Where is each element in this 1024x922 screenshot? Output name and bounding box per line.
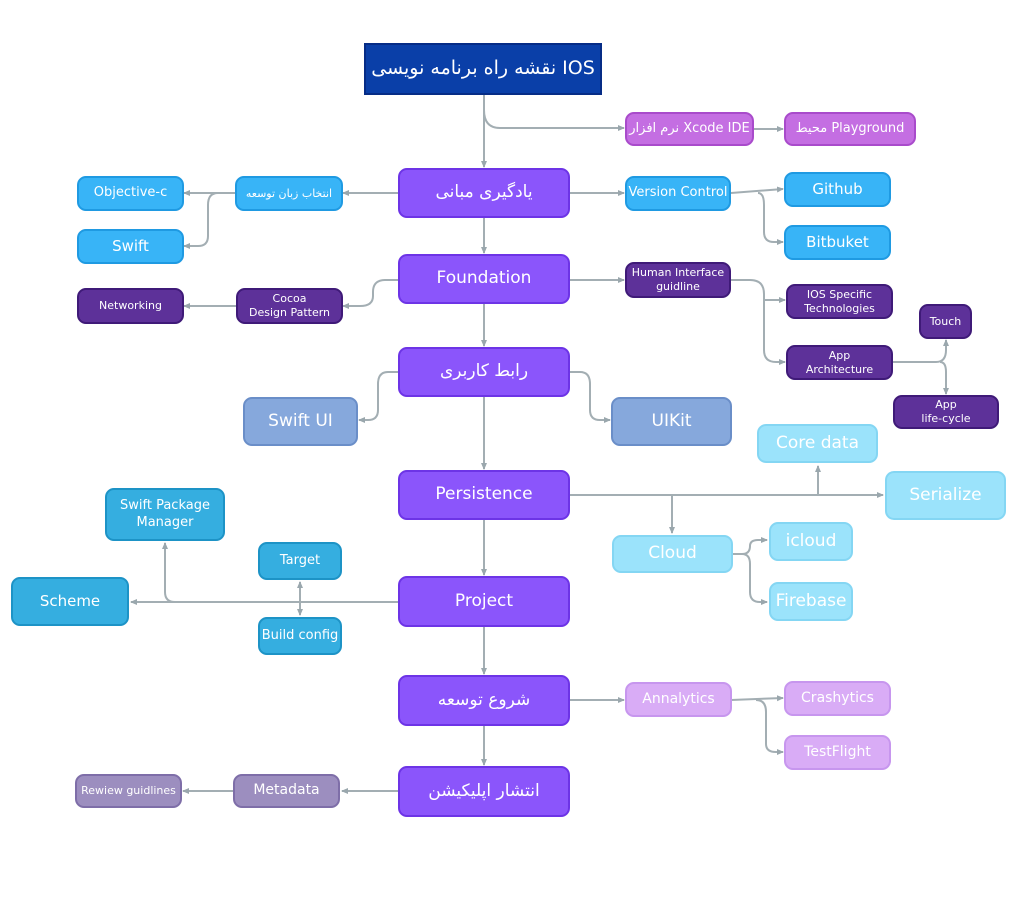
- connector-cloud-firebase: [741, 553, 768, 605]
- node-networking[interactable]: Networking: [77, 288, 184, 324]
- node-touch[interactable]: Touch: [919, 304, 972, 339]
- connector-ui-uikit: [570, 371, 611, 423]
- connector-ui-swiftui: [358, 371, 398, 423]
- node-core-data[interactable]: Core data: [757, 424, 878, 463]
- node-version-control[interactable]: Version Control: [625, 176, 731, 211]
- node-scheme[interactable]: Scheme: [11, 577, 129, 626]
- connector-cloud-icloud: [733, 537, 768, 555]
- node-swift-ui[interactable]: Swift UI: [243, 397, 358, 446]
- node-start-development[interactable]: شروع توسعه: [398, 675, 570, 726]
- node-playground[interactable]: محیط Playground: [784, 112, 916, 146]
- node-metadata[interactable]: Metadata: [233, 774, 340, 808]
- node-ios-specific-technologies[interactable]: IOS Specific Technologies: [786, 284, 893, 319]
- node-app-life-cycle[interactable]: App life-cycle: [893, 395, 999, 429]
- connector-lang-swift: [183, 192, 219, 249]
- node-bitbucket[interactable]: Bitbuket: [784, 225, 891, 260]
- node-swift-package-manager[interactable]: Swift Package Manager: [105, 488, 225, 541]
- node-crashytics[interactable]: Crashytics: [784, 681, 891, 716]
- connector-foundation-cocoa: [342, 279, 398, 309]
- connector-analytics-crashytics: [730, 695, 784, 702]
- node-serialize[interactable]: Serialize: [885, 471, 1006, 520]
- connector-analytics-testflight: [755, 699, 784, 755]
- node-firebase[interactable]: Firebase: [769, 582, 853, 621]
- node-analytics[interactable]: Annalytics: [625, 682, 732, 717]
- roadmap-title: نقشه راه برنامه نویسی IOS: [364, 43, 602, 95]
- node-persistence[interactable]: Persistence: [398, 470, 570, 520]
- node-build-config[interactable]: Build config: [258, 617, 342, 655]
- connector-project-spm: [162, 542, 176, 603]
- connector-vc-github: [730, 186, 784, 194]
- node-github[interactable]: Github: [784, 172, 891, 207]
- node-choose-language[interactable]: انتخاب زبان توسعه: [235, 176, 343, 211]
- connector-vc-bitbucket: [757, 192, 784, 245]
- node-publish-app[interactable]: انتشار اپلیکیشن: [398, 766, 570, 817]
- node-human-interface-guideline[interactable]: Human Interface guidline: [625, 262, 731, 298]
- node-testflight[interactable]: TestFlight: [784, 735, 891, 770]
- node-swift[interactable]: Swift: [77, 229, 184, 264]
- node-objective-c[interactable]: Objective-c: [77, 176, 184, 211]
- node-user-interface[interactable]: رابط کاربری: [398, 347, 570, 397]
- node-uikit[interactable]: UIKit: [611, 397, 732, 446]
- connector-title-xcode: [483, 109, 625, 131]
- node-basics[interactable]: یادگیری مبانی: [398, 168, 570, 218]
- node-xcode-ide[interactable]: نرم افزار Xcode IDE: [625, 112, 754, 146]
- node-icloud[interactable]: icloud: [769, 522, 853, 561]
- node-app-architecture[interactable]: App Architecture: [786, 345, 893, 380]
- node-review-guidelines[interactable]: Rewiew guidlines: [75, 774, 182, 808]
- node-cloud[interactable]: Cloud: [612, 535, 733, 573]
- connector-apparch-lifecycle: [939, 361, 949, 395]
- connector-hig-apparch: [763, 300, 786, 365]
- node-cocoa-design-pattern[interactable]: Cocoa Design Pattern: [236, 288, 343, 324]
- node-target[interactable]: Target: [258, 542, 342, 580]
- node-project[interactable]: Project: [398, 576, 570, 627]
- connector-hig-iostech: [731, 279, 786, 303]
- connector-apparch-touch: [892, 339, 949, 363]
- node-foundation[interactable]: Foundation: [398, 254, 570, 304]
